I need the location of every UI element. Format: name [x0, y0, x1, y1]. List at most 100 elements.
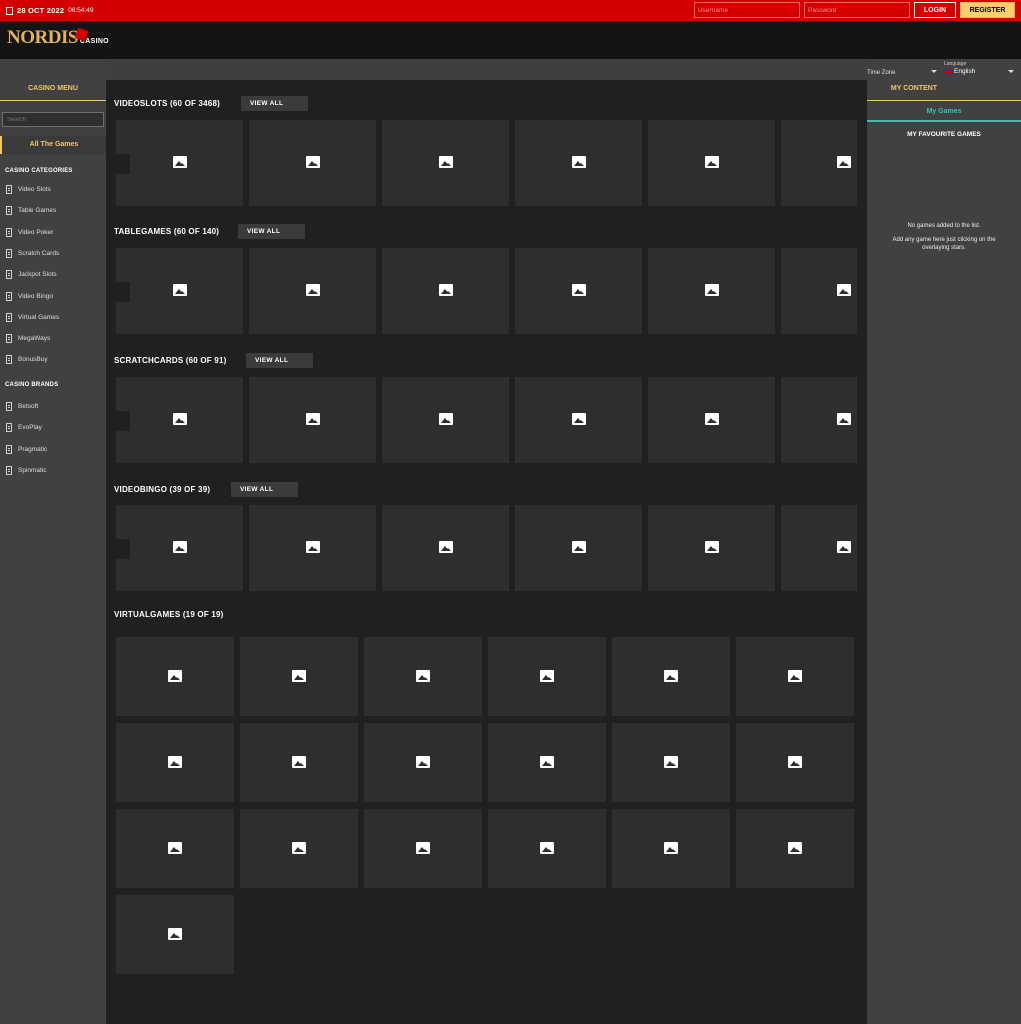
game-tile[interactable]: [515, 248, 642, 334]
password-input[interactable]: [804, 2, 910, 18]
carousel-prev-arrow[interactable]: [116, 411, 130, 431]
image-placeholder-icon: [664, 756, 678, 768]
tab-my-games[interactable]: My Games: [867, 102, 1021, 122]
game-tile[interactable]: [116, 248, 243, 334]
category-video-poker[interactable]: Video Poker: [6, 226, 53, 238]
game-tile[interactable]: [364, 723, 482, 802]
username-input[interactable]: [694, 2, 800, 18]
game-tile[interactable]: [781, 377, 857, 463]
game-tile[interactable]: [116, 809, 234, 888]
game-tile[interactable]: [515, 377, 642, 463]
game-tile[interactable]: [781, 120, 857, 206]
section-title-tablegames: TABLEGAMES (60 OF 140): [114, 227, 220, 236]
carousel-prev-arrow[interactable]: [116, 154, 130, 174]
carousel-prev-arrow[interactable]: [116, 282, 130, 302]
image-placeholder-icon: [306, 156, 320, 168]
game-tile[interactable]: [249, 248, 376, 334]
game-tile[interactable]: [116, 637, 234, 716]
game-tile[interactable]: [382, 505, 509, 591]
category-video-bingo[interactable]: Video Bingo: [6, 290, 53, 302]
image-placeholder-icon: [168, 670, 182, 682]
language-label: Language: [944, 61, 967, 67]
image-placeholder-icon: [788, 670, 802, 682]
category-label: Jackpot Slots: [18, 270, 57, 278]
view-all-videobingo-button[interactable]: VIEW ALL: [231, 482, 298, 497]
category-table-games[interactable]: Table Games: [6, 204, 56, 216]
game-tile[interactable]: [648, 377, 775, 463]
logo-brand: NORDIS: [7, 27, 78, 48]
search-input[interactable]: [2, 112, 104, 127]
videobingo-carousel: [116, 505, 857, 591]
game-tile[interactable]: [736, 637, 854, 716]
slot-machine-icon: [6, 422, 12, 432]
brand-evoplay[interactable]: EvoPlay: [6, 421, 42, 433]
register-button[interactable]: REGISTER: [960, 2, 1015, 18]
game-tile[interactable]: [116, 377, 243, 463]
category-scratch-cards[interactable]: Scratch Cards: [6, 247, 59, 259]
game-tile[interactable]: [648, 248, 775, 334]
slot-machine-icon: [6, 465, 12, 475]
game-tile[interactable]: [116, 895, 234, 974]
game-tile[interactable]: [781, 248, 857, 334]
chevron-down-icon[interactable]: [931, 70, 937, 73]
game-tile[interactable]: [648, 505, 775, 591]
logo[interactable]: NORDIS CASINO: [7, 27, 109, 48]
brand-spinmatic[interactable]: Spinmatic: [6, 464, 47, 476]
game-tile[interactable]: [364, 637, 482, 716]
my-content-title: MY CONTENT: [890, 85, 938, 92]
brands-heading: CASINO BRANDS: [5, 382, 59, 388]
game-tile[interactable]: [488, 723, 606, 802]
game-tile[interactable]: [382, 120, 509, 206]
game-tile[interactable]: [488, 809, 606, 888]
slot-machine-icon: [6, 354, 12, 364]
category-virtual-games[interactable]: Virtual Games: [6, 311, 59, 323]
game-tile[interactable]: [249, 120, 376, 206]
chevron-down-icon[interactable]: [1008, 70, 1014, 73]
image-placeholder-icon: [292, 756, 306, 768]
view-all-tablegames-button[interactable]: VIEW ALL: [238, 224, 305, 239]
game-tile[interactable]: [240, 809, 358, 888]
game-tile[interactable]: [382, 248, 509, 334]
brand-label: Spinmatic: [18, 466, 47, 474]
game-tile[interactable]: [249, 377, 376, 463]
game-tile[interactable]: [648, 120, 775, 206]
game-tile[interactable]: [612, 809, 730, 888]
game-tile[interactable]: [612, 637, 730, 716]
game-tile[interactable]: [736, 809, 854, 888]
game-tile[interactable]: [781, 505, 857, 591]
view-all-videoslots-button[interactable]: VIEW ALL: [241, 96, 308, 111]
my-content-panel: Time Zone Language English MY CONTENT My…: [867, 59, 1021, 1024]
game-tile[interactable]: [240, 637, 358, 716]
game-tile[interactable]: [612, 723, 730, 802]
game-tile[interactable]: [249, 505, 376, 591]
login-button[interactable]: LOGIN: [914, 2, 956, 18]
brand-betsoft[interactable]: Betsoft: [6, 400, 38, 412]
language-select[interactable]: English: [954, 68, 975, 75]
section-title-scratchcards: SCRATCHCARDS (60 OF 91): [114, 356, 227, 365]
game-tile[interactable]: [116, 723, 234, 802]
view-all-scratchcards-button[interactable]: VIEW ALL: [246, 353, 313, 368]
game-tile[interactable]: [116, 505, 243, 591]
scratchcards-carousel: [116, 377, 857, 463]
category-bonusbuy[interactable]: BonusBuy: [6, 353, 48, 365]
game-tile[interactable]: [240, 723, 358, 802]
timezone-select[interactable]: Time Zone: [867, 70, 895, 76]
category-megaways[interactable]: MegaWays: [6, 332, 50, 344]
game-tile[interactable]: [515, 505, 642, 591]
carousel-prev-arrow[interactable]: [116, 539, 130, 559]
game-tile[interactable]: [116, 120, 243, 206]
game-tile[interactable]: [515, 120, 642, 206]
category-video-slots[interactable]: Video Slots: [6, 183, 51, 195]
game-tile[interactable]: [736, 723, 854, 802]
category-jackpot-slots[interactable]: Jackpot Slots: [6, 268, 57, 280]
game-tile[interactable]: [488, 637, 606, 716]
image-placeholder-icon: [306, 413, 320, 425]
game-tile[interactable]: [382, 377, 509, 463]
divider: [0, 100, 106, 101]
slot-machine-icon: [6, 269, 12, 279]
game-tile[interactable]: [364, 809, 482, 888]
tablegames-carousel: [116, 248, 857, 334]
image-placeholder-icon: [837, 413, 851, 425]
all-games-link[interactable]: All The Games: [0, 136, 106, 154]
brand-pragmatic[interactable]: Pragmatic: [6, 443, 47, 455]
